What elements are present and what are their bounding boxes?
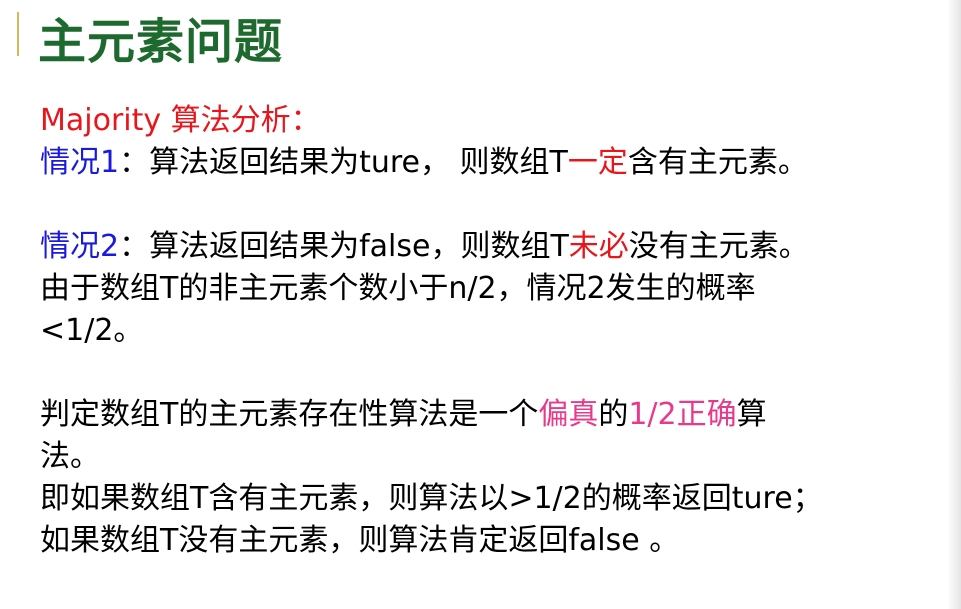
case-1-label: 情况1 bbox=[40, 145, 120, 180]
case-2-line: 情况2：算法返回结果为false，则数组T未必没有主元素。 bbox=[40, 226, 920, 268]
slide-edge-shadow bbox=[947, 0, 961, 609]
conclusion-emphasis-correct: 1/2正确 bbox=[628, 397, 737, 432]
slide-title: 主元素问题 bbox=[38, 14, 284, 70]
ture-explanation-line: 即如果数组T含有主元素，则算法以>1/2的概率返回ture； bbox=[40, 481, 823, 516]
conclusion-part-a: 判定数组T的主元素存在性算法是一个 bbox=[40, 397, 539, 432]
case-2-text-a: ：算法返回结果为false，则数组T bbox=[119, 229, 569, 264]
reason-line-1: 由于数组T的非主元素个数小于n/2，情况2发生的概率 bbox=[40, 271, 756, 306]
conclusion-line-1: 判定数组T的主元素存在性算法是一个偏真的1/2正确算 bbox=[40, 394, 920, 436]
case-1-emphasis: 一定 bbox=[567, 145, 628, 180]
conclusion-part-b: 的 bbox=[598, 397, 629, 432]
slide-body: Majority 算法分析： 情况1：算法返回结果为ture， 则数组T一定含有… bbox=[40, 100, 920, 562]
title-accent-bar bbox=[17, 12, 19, 56]
false-explanation-line: 如果数组T没有主元素，则算法肯定返回false 。 bbox=[40, 523, 680, 558]
case-1-line: 情况1：算法返回结果为ture， 则数组T一定含有主元素。 bbox=[40, 142, 920, 184]
case-1-text-b: 含有主元素。 bbox=[627, 145, 808, 180]
conclusion-part-c: 算 bbox=[736, 397, 767, 432]
case-1-text-a: ：算法返回结果为ture， 则数组T bbox=[119, 145, 568, 180]
section-heading: Majority 算法分析： bbox=[40, 103, 321, 138]
conclusion-line-2: 法。 bbox=[40, 439, 100, 474]
reason-line-2: <1/2。 bbox=[40, 313, 144, 348]
conclusion-emphasis-biased: 偏真 bbox=[538, 397, 599, 432]
case-2-emphasis: 未必 bbox=[568, 229, 629, 264]
case-2-label: 情况2 bbox=[40, 229, 120, 264]
case-2-text-b: 没有主元素。 bbox=[628, 229, 809, 264]
